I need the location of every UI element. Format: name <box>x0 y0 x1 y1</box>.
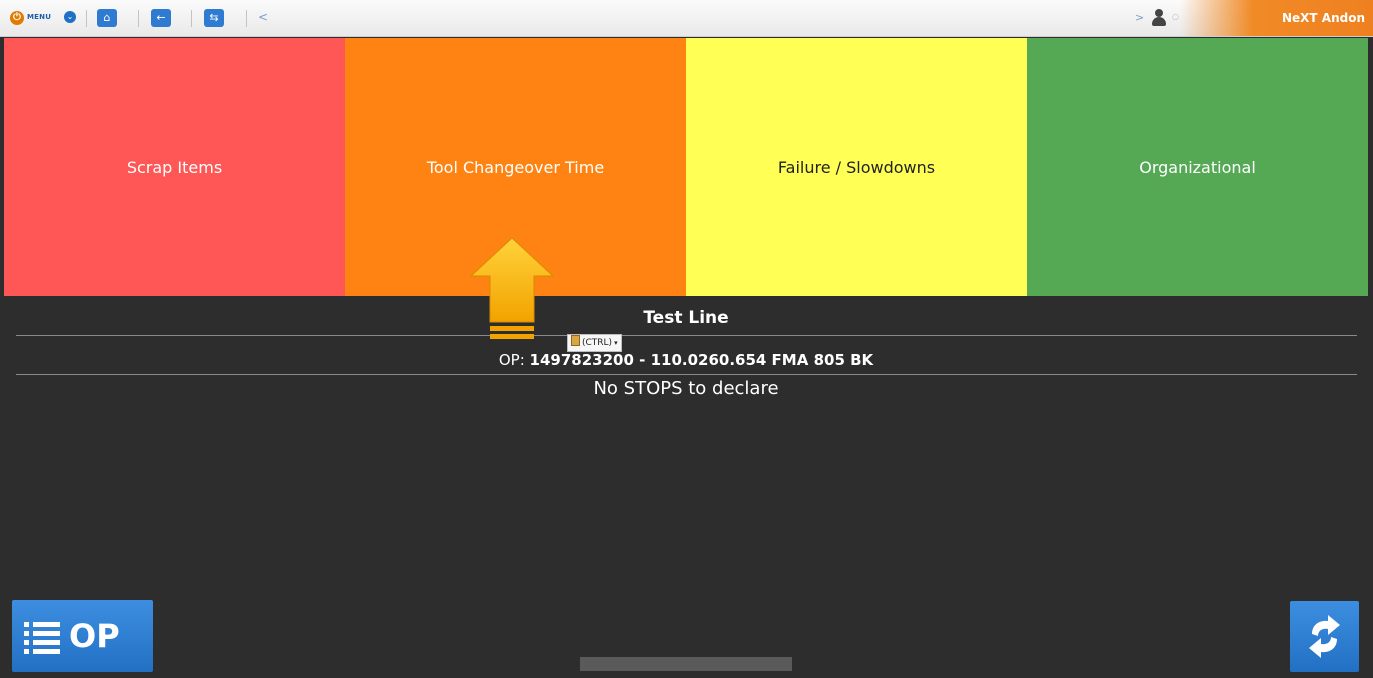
user-status-icon: ○ <box>1172 12 1179 21</box>
category-tile-organizational[interactable]: Organizational <box>1027 38 1368 296</box>
op-button[interactable]: OP <box>12 600 153 672</box>
refresh-icon <box>1309 615 1340 658</box>
power-icon[interactable]: ⏻ <box>10 11 24 25</box>
bottom-scroll-indicator[interactable] <box>580 657 792 671</box>
top-toolbar: ⏻ MENU ⌄ ⌂ ← ⇆ < > ○ NeXT Andon <box>0 0 1373 37</box>
chevron-down-icon: ▾ <box>614 339 618 347</box>
refresh-button[interactable] <box>1290 601 1359 672</box>
toolbar-divider <box>138 10 139 27</box>
main-panel: Test Line OP: 1497823200 - 110.0260.654 … <box>4 296 1368 678</box>
swap-icon: ⇆ <box>209 11 219 24</box>
home-button[interactable]: ⌂ <box>97 9 117 27</box>
clipboard-icon <box>571 335 580 346</box>
scroll-left-button[interactable]: < <box>258 10 268 24</box>
op-value: 1497823200 - 110.0260.654 FMA 805 BK <box>529 351 874 369</box>
category-label: Scrap Items <box>126 157 223 177</box>
home-icon: ⌂ <box>103 11 111 24</box>
user-icon[interactable] <box>1151 9 1167 27</box>
category-tile-scrap-items[interactable]: Scrap Items <box>4 38 345 296</box>
menu-chevron-icon[interactable]: ⌄ <box>64 11 76 23</box>
menu-button[interactable]: MENU <box>27 13 51 21</box>
category-label: Failure / Slowdowns <box>777 157 936 177</box>
up-arrow-icon <box>469 237 555 339</box>
op-prefix: OP: <box>498 351 525 369</box>
brand-area: NeXT Andon <box>1180 0 1373 36</box>
swap-button[interactable]: ⇆ <box>204 9 224 27</box>
toolbar-divider <box>246 10 247 27</box>
category-label: Tool Changeover Time <box>426 157 605 177</box>
paste-popup-label: (CTRL) <box>582 338 613 348</box>
back-arrow-icon: ← <box>156 11 166 24</box>
andon-screen: ⏻ MENU ⌄ ⌂ ← ⇆ < > ○ NeXT Andon Scrap It… <box>0 0 1373 678</box>
status-message: No STOPS to declare <box>593 378 779 399</box>
toolbar-divider <box>191 10 192 27</box>
category-label: Organizational <box>1139 157 1256 177</box>
op-info: OP: 1497823200 - 110.0260.654 FMA 805 BK <box>4 351 1368 369</box>
scroll-right-button[interactable]: > <box>1135 11 1144 24</box>
list-icon <box>24 620 60 656</box>
toolbar-divider <box>86 10 87 27</box>
line-title: Test Line <box>643 308 729 328</box>
brand-title: NeXT Andon <box>1281 11 1365 25</box>
op-button-label: OP <box>69 617 120 655</box>
divider <box>16 335 1357 336</box>
divider <box>16 374 1357 375</box>
back-button[interactable]: ← <box>151 9 171 27</box>
paste-options-popup[interactable]: (CTRL) ▾ <box>567 334 622 352</box>
category-tile-failure-slowdowns[interactable]: Failure / Slowdowns <box>686 38 1027 296</box>
